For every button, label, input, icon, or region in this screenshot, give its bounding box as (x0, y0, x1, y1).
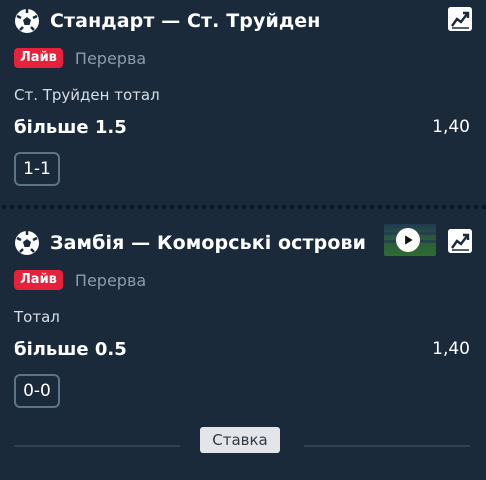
match-status: Перерва (74, 270, 147, 290)
match-status: Перерва (74, 48, 147, 68)
chart-trend-icon (448, 7, 472, 31)
match-header: Замбія — Коморські острови (14, 228, 366, 258)
outcome-label: більше 0.5 (14, 339, 127, 360)
stake-tooltip[interactable]: Ставка (200, 427, 280, 453)
stats-button[interactable] (448, 229, 472, 253)
video-preview[interactable] (384, 224, 436, 256)
play-icon (396, 228, 420, 252)
score-badge: 1-1 (14, 152, 60, 186)
divider-line (304, 445, 470, 447)
odds-value: 1,40 (432, 339, 470, 359)
score-badge: 0-0 (14, 374, 60, 408)
market-name: Тотал (14, 308, 60, 326)
live-badge: Лайв (14, 48, 63, 68)
soccer-ball-icon (15, 9, 39, 33)
outcome-label: більше 1.5 (14, 117, 127, 138)
match-title[interactable]: Стандарт — Ст. Труйден (50, 10, 321, 32)
match-title[interactable]: Замбія — Коморські острови (50, 232, 366, 254)
match-card[interactable]: Замбія — Коморські острови Лайв Перерва … (0, 222, 486, 422)
chart-trend-icon (448, 229, 472, 253)
ticket-separator (0, 204, 486, 210)
match-header: Стандарт — Ст. Труйден (14, 6, 321, 36)
status-row: Лайв Перерва (14, 270, 146, 290)
live-badge: Лайв (14, 270, 63, 290)
match-card[interactable]: Стандарт — Ст. Труйден Лайв Перерва Ст. … (0, 0, 486, 200)
soccer-ball-icon (15, 231, 39, 255)
divider-line (14, 445, 180, 447)
odds-value: 1,40 (432, 117, 470, 137)
status-row: Лайв Перерва (14, 48, 146, 68)
stats-button[interactable] (448, 7, 472, 31)
market-name: Ст. Труйден тотал (14, 86, 160, 104)
